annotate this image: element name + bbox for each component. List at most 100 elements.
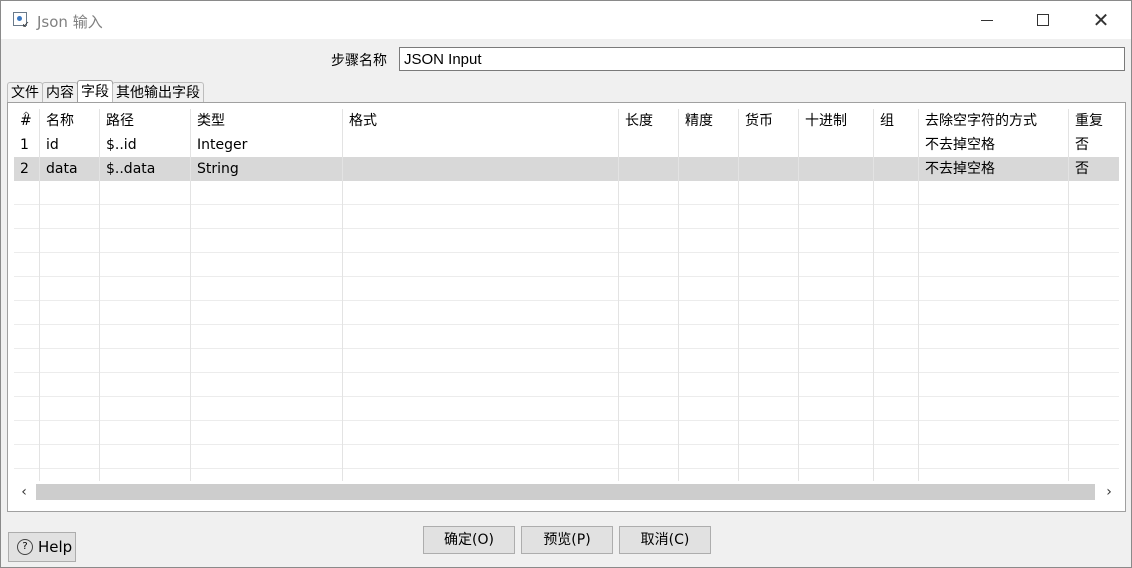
tab-bar: 文件 内容 字段 其他输出字段: [7, 79, 204, 103]
empty-cell: [874, 325, 919, 349]
empty-cell: [14, 349, 40, 373]
close-button[interactable]: ✕: [1085, 7, 1117, 33]
tab-fields[interactable]: 字段: [77, 80, 113, 103]
empty-table-row: [14, 229, 1119, 253]
ok-button[interactable]: 确定(O): [423, 526, 515, 554]
empty-cell: [1069, 277, 1119, 301]
tab-file[interactable]: 文件: [7, 82, 43, 103]
cell-group[interactable]: [874, 157, 919, 181]
empty-cell: [739, 301, 799, 325]
scroll-left-icon[interactable]: ‹: [14, 482, 34, 502]
empty-cell: [14, 181, 40, 205]
column-header-type[interactable]: 类型: [191, 109, 343, 133]
cell-name[interactable]: id: [40, 133, 100, 157]
column-header-trim-type[interactable]: 去除空字符的方式: [919, 109, 1069, 133]
cell-trim-type[interactable]: 不去掉空格: [919, 133, 1069, 157]
column-header-name[interactable]: 名称: [40, 109, 100, 133]
cell-decimal[interactable]: [799, 133, 874, 157]
cell-path[interactable]: $..data: [100, 157, 191, 181]
empty-cell: [874, 229, 919, 253]
empty-cell: [343, 277, 619, 301]
empty-cell: [191, 205, 343, 229]
empty-cell: [343, 325, 619, 349]
tab-content[interactable]: 内容: [42, 82, 78, 103]
empty-cell: [40, 445, 100, 469]
cell-type[interactable]: String: [191, 157, 343, 181]
preview-button[interactable]: 预览(P): [521, 526, 613, 554]
horizontal-scrollbar[interactable]: ‹ ›: [14, 482, 1119, 502]
maximize-button[interactable]: [1027, 7, 1059, 33]
cancel-button[interactable]: 取消(C): [619, 526, 711, 554]
cell-repeat[interactable]: 否: [1069, 133, 1119, 157]
empty-cell: [14, 277, 40, 301]
cell-currency[interactable]: [739, 157, 799, 181]
maximize-icon: [1037, 14, 1049, 26]
cell-index: 1: [14, 133, 40, 157]
column-header-decimal[interactable]: 十进制: [799, 109, 874, 133]
cell-type[interactable]: Integer: [191, 133, 343, 157]
cell-precision[interactable]: [679, 157, 739, 181]
empty-cell: [40, 373, 100, 397]
window-title: Json 输入: [37, 13, 103, 31]
empty-cell: [619, 469, 679, 481]
empty-cell: [14, 253, 40, 277]
empty-cell: [619, 229, 679, 253]
empty-cell: [1069, 301, 1119, 325]
scroll-right-icon[interactable]: ›: [1099, 482, 1119, 502]
empty-cell: [100, 205, 191, 229]
cell-currency[interactable]: [739, 133, 799, 157]
cell-format[interactable]: [343, 133, 619, 157]
empty-cell: [739, 349, 799, 373]
column-header-index[interactable]: ^ #: [14, 109, 40, 133]
empty-cell: [100, 181, 191, 205]
empty-cell: [874, 445, 919, 469]
empty-cell: [739, 229, 799, 253]
minimize-button[interactable]: [971, 7, 1003, 33]
empty-cell: [40, 301, 100, 325]
scrollbar-thumb[interactable]: [36, 484, 1095, 500]
empty-cell: [14, 421, 40, 445]
empty-cell: [919, 181, 1069, 205]
empty-cell: [619, 373, 679, 397]
column-header-path[interactable]: 路径: [100, 109, 191, 133]
cell-group[interactable]: [874, 133, 919, 157]
step-name-input[interactable]: [399, 47, 1125, 71]
title-bar: ↙ Json 输入 ✕: [1, 1, 1131, 39]
empty-cell: [191, 469, 343, 481]
cell-length[interactable]: [619, 157, 679, 181]
empty-cell: [799, 421, 874, 445]
empty-cell: [799, 301, 874, 325]
cell-trim-type[interactable]: 不去掉空格: [919, 157, 1069, 181]
column-header-group[interactable]: 组: [874, 109, 919, 133]
empty-cell: [619, 253, 679, 277]
empty-cell: [739, 397, 799, 421]
dialog-content: 步骤名称 文件 内容 字段 其他输出字段 ^# 名称 路径 类型 格式 长度 精…: [1, 39, 1131, 567]
cell-decimal[interactable]: [799, 157, 874, 181]
column-header-format[interactable]: 格式: [343, 109, 619, 133]
empty-cell: [191, 229, 343, 253]
table-row[interactable]: 2 data $..data String 不去掉空格 否: [14, 157, 1119, 181]
empty-cell: [799, 445, 874, 469]
cell-format[interactable]: [343, 157, 619, 181]
cell-repeat[interactable]: 否: [1069, 157, 1119, 181]
empty-cell: [14, 469, 40, 481]
empty-cell: [40, 181, 100, 205]
cell-name[interactable]: data: [40, 157, 100, 181]
column-header-length[interactable]: 长度: [619, 109, 679, 133]
empty-cell: [100, 325, 191, 349]
column-header-repeat[interactable]: 重复: [1069, 109, 1119, 133]
empty-cell: [679, 277, 739, 301]
empty-cell: [40, 421, 100, 445]
empty-cell: [799, 349, 874, 373]
empty-cell: [14, 445, 40, 469]
cell-length[interactable]: [619, 133, 679, 157]
cell-precision[interactable]: [679, 133, 739, 157]
empty-cell: [40, 205, 100, 229]
column-header-precision[interactable]: 精度: [679, 109, 739, 133]
help-button[interactable]: ? Help: [8, 532, 76, 562]
cell-path[interactable]: $..id: [100, 133, 191, 157]
tab-additional-output-fields[interactable]: 其他输出字段: [112, 82, 204, 103]
empty-cell: [919, 421, 1069, 445]
table-row[interactable]: 1 id $..id Integer 不去掉空格 否: [14, 133, 1119, 157]
column-header-currency[interactable]: 货币: [739, 109, 799, 133]
